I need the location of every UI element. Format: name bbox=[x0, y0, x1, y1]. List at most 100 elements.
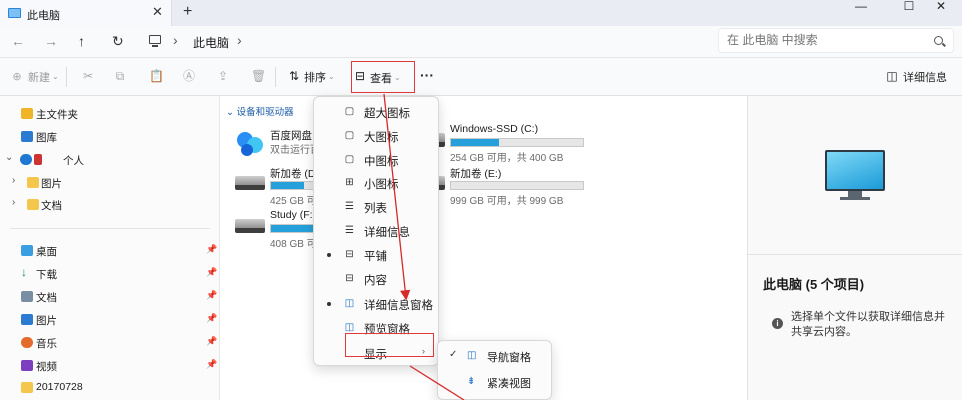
checkmark-icon: ✓ bbox=[449, 349, 458, 360]
menu-item-tiles[interactable]: ⊟ 平铺 bbox=[314, 244, 438, 266]
drive-name: 新加卷 (E:) bbox=[450, 168, 502, 180]
divider bbox=[275, 67, 276, 87]
plus-circle-icon: ⊕ bbox=[12, 71, 22, 83]
sort-button[interactable]: 排序 bbox=[304, 69, 326, 85]
show-submenu: ✓ ◫ 导航窗格 ⇟ 紧凑视图 bbox=[437, 340, 552, 400]
divider bbox=[748, 254, 962, 255]
menu-item-large-icons[interactable]: ▢ 大图标 bbox=[314, 125, 438, 147]
sidebar-item-documents[interactable]: › 文档 bbox=[0, 194, 220, 216]
title-bar: 此电脑 ✕ + — ☐ ✕ bbox=[0, 0, 962, 26]
sidebar-item-pictures-qa[interactable]: 图片 📌 bbox=[0, 309, 220, 331]
document-icon bbox=[21, 291, 33, 302]
menu-item-details-pane[interactable]: ◫ 详细信息窗格 bbox=[314, 293, 438, 315]
monitor-base bbox=[840, 197, 870, 200]
details-button[interactable]: 详细信息 bbox=[903, 69, 947, 85]
minimize-button[interactable]: — bbox=[838, 0, 884, 14]
sidebar-item-personal[interactable]: ⌄ 个人 bbox=[0, 149, 220, 171]
share-icon[interactable]: ⇪ bbox=[217, 70, 229, 82]
view-menu: ▢ 超大图标 ▢ 大图标 ▢ 中图标 ⊞ 小图标 ☰ 列表 ☰ 详细信息 ⊟ 平… bbox=[313, 96, 439, 366]
details-pane: 此电脑 (5 个项目) i 选择单个文件以获取详细信息并共享云内容。 bbox=[747, 96, 962, 400]
sidebar-item-gallery[interactable]: 图库 bbox=[0, 126, 220, 148]
pin-icon[interactable]: 📌 bbox=[206, 244, 217, 255]
list-icon: ☰ bbox=[345, 201, 354, 212]
hard-drive-icon bbox=[235, 219, 265, 233]
folder-icon bbox=[21, 382, 33, 393]
drive-usage-bar bbox=[450, 138, 584, 147]
forward-button[interactable]: → bbox=[44, 33, 58, 49]
breadcrumb-this-pc[interactable]: 此电脑 bbox=[193, 34, 229, 51]
chevron-down-icon: ⌄ bbox=[394, 73, 401, 82]
drive-free-space: 999 GB 可用，共 999 GB bbox=[450, 196, 564, 207]
sidebar-item-pictures[interactable]: › 图片 bbox=[0, 172, 220, 194]
address-bar: ← → ↑ ↻ › 此电脑 › bbox=[0, 26, 962, 58]
details-pane-icon: ◫ bbox=[344, 298, 355, 309]
delete-icon[interactable]: 🗑 bbox=[251, 70, 266, 82]
menu-item-medium-icons[interactable]: ▢ 中图标 bbox=[314, 149, 438, 171]
chevron-right-icon[interactable]: › bbox=[12, 175, 15, 186]
chevron-right-icon: › bbox=[173, 32, 178, 48]
view-button[interactable]: ⊟ 查看 ⌄ bbox=[351, 61, 415, 93]
path-box[interactable]: › 此电脑 › bbox=[137, 28, 709, 54]
more-options-button[interactable]: ··· bbox=[420, 67, 434, 83]
new-button[interactable]: 新建 bbox=[28, 69, 50, 85]
sidebar-item-music[interactable]: 音乐 📌 bbox=[0, 332, 220, 354]
chevron-right-icon[interactable]: › bbox=[237, 32, 242, 48]
compact-view-icon: ⇟ bbox=[467, 376, 476, 387]
sidebar-item-desktop[interactable]: 桌面 📌 bbox=[0, 240, 220, 262]
sidebar-item-documents-qa[interactable]: 文档 📌 bbox=[0, 286, 220, 308]
computer-icon bbox=[8, 8, 21, 18]
sidebar-item-videos[interactable]: 视频 📌 bbox=[0, 355, 220, 377]
folder-icon bbox=[27, 199, 39, 210]
hard-drive-icon bbox=[235, 176, 265, 190]
details-icon: ☰ bbox=[345, 225, 354, 236]
search-box[interactable] bbox=[718, 28, 954, 53]
selected-bullet-icon bbox=[327, 302, 331, 306]
selected-bullet-icon bbox=[327, 253, 331, 257]
onedrive-icon bbox=[20, 154, 32, 165]
pin-icon[interactable]: 📌 bbox=[206, 336, 217, 347]
new-tab-button[interactable]: + bbox=[183, 3, 192, 21]
submenu-item-navigation-pane[interactable]: ✓ ◫ 导航窗格 bbox=[438, 344, 551, 368]
up-button[interactable]: ↑ bbox=[78, 33, 85, 49]
pin-icon[interactable]: 📌 bbox=[206, 313, 217, 324]
pin-icon[interactable]: 📌 bbox=[206, 267, 217, 278]
account-icon bbox=[34, 154, 42, 165]
menu-item-list[interactable]: ☰ 列表 bbox=[314, 196, 438, 218]
sidebar-item-home[interactable]: 主文件夹 bbox=[0, 103, 220, 125]
drive-name: Windows-SSD (C:) bbox=[450, 123, 539, 135]
chevron-down-icon: ⌄ bbox=[328, 72, 335, 81]
download-icon: ↓ bbox=[21, 265, 27, 279]
search-input[interactable] bbox=[727, 33, 917, 47]
close-window-button[interactable]: ✕ bbox=[918, 0, 962, 14]
cut-icon[interactable]: ✂ bbox=[82, 70, 94, 82]
back-button[interactable]: ← bbox=[11, 33, 25, 49]
drive-free-space: 254 GB 可用，共 400 GB bbox=[450, 153, 564, 164]
baidu-netdisk-icon bbox=[237, 132, 263, 156]
submenu-item-compact-view[interactable]: ⇟ 紧凑视图 bbox=[438, 370, 551, 394]
search-icon[interactable] bbox=[934, 36, 943, 45]
menu-item-details[interactable]: ☰ 详细信息 bbox=[314, 220, 438, 242]
menu-item-small-icons[interactable]: ⊞ 小图标 bbox=[314, 172, 438, 194]
pin-icon[interactable]: 📌 bbox=[206, 359, 217, 370]
group-header[interactable]: ⌄ 设备和驱动器 bbox=[226, 104, 294, 118]
refresh-button[interactable]: ↻ bbox=[112, 33, 124, 50]
chevron-right-icon[interactable]: › bbox=[12, 197, 15, 208]
tab-this-pc[interactable]: 此电脑 ✕ bbox=[0, 0, 172, 26]
chevron-down-icon: ⌄ bbox=[52, 72, 59, 81]
pin-icon[interactable]: 📌 bbox=[206, 290, 217, 301]
info-icon: i bbox=[772, 318, 783, 329]
home-icon bbox=[21, 108, 33, 119]
menu-item-content[interactable]: ⊟ 内容 bbox=[314, 268, 438, 290]
divider bbox=[66, 67, 67, 87]
navigation-pane: 主文件夹 图库 ⌄ 个人 › 图片 › 文档 桌面 📌 ↓ 下载 📌 文档 📌 … bbox=[0, 96, 220, 400]
rename-icon[interactable]: Ⓐ bbox=[183, 70, 195, 82]
close-tab-icon[interactable]: ✕ bbox=[152, 4, 163, 20]
divider bbox=[10, 228, 210, 229]
sidebar-item-downloads[interactable]: ↓ 下载 📌 bbox=[0, 263, 220, 285]
chevron-down-icon[interactable]: ⌄ bbox=[5, 152, 13, 163]
paste-icon[interactable]: 📋 bbox=[149, 70, 164, 82]
sidebar-item-folder-20170728[interactable]: 20170728 bbox=[0, 377, 220, 399]
copy-icon[interactable]: ⧉ bbox=[114, 70, 126, 82]
command-bar: ⊕ 新建 ⌄ ✂ ⧉ 📋 Ⓐ ⇪ 🗑 ⇅ 排序 ⌄ ⊟ 查看 ⌄ ··· ◫ 详… bbox=[0, 58, 962, 96]
menu-item-extra-large-icons[interactable]: ▢ 超大图标 bbox=[314, 101, 438, 123]
